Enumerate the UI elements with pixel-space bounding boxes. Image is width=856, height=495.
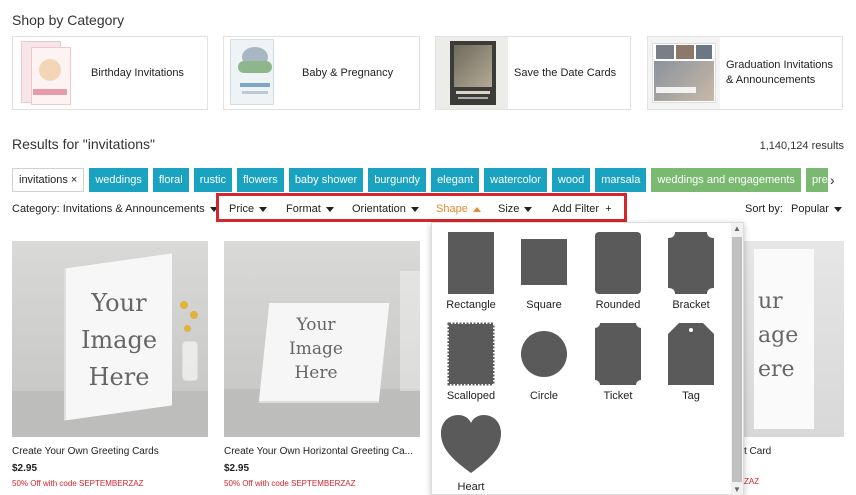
shape-label: Bracket <box>672 299 710 311</box>
category-label: Save the Date Cards <box>514 66 617 79</box>
heart-icon <box>441 415 501 473</box>
category-card-save-the-date[interactable]: Save the Date Cards <box>435 36 631 110</box>
shape-option-circle[interactable]: Circle <box>509 322 579 402</box>
circle-icon <box>521 331 567 377</box>
chip-rustic[interactable]: rustic <box>193 168 232 192</box>
shape-label: Rounded <box>595 299 641 311</box>
chip-pregnancy[interactable]: preg <box>805 168 828 192</box>
scrollbar-thumb[interactable] <box>732 237 742 482</box>
product-promo: 50% Off with code SEPTEMBERZAZ <box>224 479 356 488</box>
shape-option-tag[interactable]: Tag <box>656 322 726 402</box>
shape-option-rectangle[interactable]: Rectangle <box>436 231 506 311</box>
category-label: Graduation Invitations & Announcements <box>726 59 834 86</box>
shape-label: Heart <box>457 481 485 493</box>
close-icon[interactable]: × <box>71 174 77 186</box>
chip-burgundy[interactable]: burgundy <box>368 168 427 192</box>
dropdown-scrollbar[interactable]: ▲ ▼ <box>731 223 743 495</box>
category-label: Baby & Pregnancy <box>302 66 394 79</box>
tag-chips: invitations × weddings floral rustic flow… <box>12 168 828 192</box>
chip-wood[interactable]: wood <box>551 168 591 192</box>
chip-weddings-and-engagements[interactable]: weddings and engagements <box>651 168 801 192</box>
sort-by-label: Sort by: <box>745 203 783 215</box>
shape-option-bracket[interactable]: Bracket <box>656 231 726 311</box>
product-promo: ZAZ <box>744 477 760 486</box>
shape-label: Square <box>526 299 562 311</box>
chip-watercolor[interactable]: watercolor <box>484 168 547 192</box>
chip-marsala[interactable]: marsala <box>595 168 647 192</box>
placeholder-text: Your Image Here <box>289 315 343 383</box>
save-the-date-thumbnail <box>436 37 508 109</box>
active-chip-label: invitations <box>19 174 68 186</box>
shape-label: Rectangle <box>446 299 496 311</box>
category-filter-label: Category: Invitations & Announcements <box>12 203 205 215</box>
sort-value: Popular <box>791 203 829 215</box>
shape-label: Circle <box>529 390 559 402</box>
shape-label: Scalloped <box>446 390 496 402</box>
results-count: 1,140,124 results <box>759 140 844 152</box>
product-name[interactable]: Create Your Own Horizontal Greeting Ca..… <box>224 446 420 457</box>
active-search-chip[interactable]: invitations × <box>12 168 85 192</box>
shape-label: Ticket <box>603 390 633 402</box>
shape-option-square[interactable]: Square <box>509 231 579 311</box>
scroll-up-icon[interactable]: ▲ <box>731 223 743 235</box>
baby-thumbnail <box>224 37 296 109</box>
product-name[interactable]: Create Your Own Greeting Cards <box>12 446 208 457</box>
product-image[interactable]: Your Image Here <box>224 241 420 437</box>
shape-option-scalloped[interactable]: Scalloped <box>436 322 506 402</box>
product-card[interactable]: ur age ere t Card ZAZ <box>744 241 844 486</box>
chip-baby-shower[interactable]: baby shower <box>288 168 364 192</box>
product-name[interactable]: t Card <box>744 446 844 457</box>
filter-highlight-box <box>216 193 627 222</box>
birthday-thumbnail <box>13 37 85 109</box>
placeholder-text: Your Image Here <box>80 289 158 391</box>
product-price: $2.95 <box>224 463 250 474</box>
chip-weddings[interactable]: weddings <box>89 168 148 192</box>
rounded-icon <box>595 232 641 294</box>
scalloped-icon <box>447 322 495 386</box>
category-filter[interactable]: Category: Invitations & Announcements <box>12 203 218 217</box>
category-card-graduation[interactable]: Graduation Invitations & Announcements <box>647 36 843 110</box>
shape-option-ticket[interactable]: Ticket <box>583 322 653 402</box>
results-title: Results for "invitations" <box>12 136 155 152</box>
graduation-thumbnail <box>648 37 720 109</box>
category-card-baby[interactable]: Baby & Pregnancy <box>223 36 420 110</box>
category-card-birthday[interactable]: Birthday Invitations <box>12 36 208 110</box>
product-promo: 50% Off with code SEPTEMBERZAZ <box>12 479 144 488</box>
tag-icon <box>668 323 714 385</box>
product-card[interactable]: Your Image Here Create Your Own Greeting… <box>12 241 208 488</box>
bracket-icon <box>668 232 714 294</box>
shape-option-rounded[interactable]: Rounded <box>583 231 653 311</box>
shop-by-category-title: Shop by Category <box>12 12 125 28</box>
chip-elegant[interactable]: elegant <box>431 168 480 192</box>
square-icon <box>521 239 567 285</box>
shape-dropdown-panel: Rectangle Square Rounded Bracket Scallop… <box>431 222 744 495</box>
rectangle-icon <box>448 232 494 294</box>
category-label: Birthday Invitations <box>91 66 184 79</box>
shape-option-heart[interactable]: Heart <box>436 413 506 493</box>
caret-down-icon <box>833 206 842 212</box>
chevron-right-icon[interactable]: › <box>830 172 835 188</box>
ticket-icon <box>595 323 641 385</box>
scroll-down-icon[interactable]: ▼ <box>731 484 743 495</box>
product-image[interactable]: Your Image Here <box>12 241 208 437</box>
sort-by-dropdown[interactable]: Popular <box>791 203 842 215</box>
product-image[interactable]: ur age ere <box>744 241 844 437</box>
chip-floral[interactable]: floral <box>152 168 189 192</box>
shape-label: Tag <box>682 390 700 402</box>
product-card[interactable]: Your Image Here Create Your Own Horizont… <box>224 241 420 488</box>
product-price: $2.95 <box>12 463 38 474</box>
placeholder-text: ur age ere <box>758 289 799 382</box>
chip-flowers[interactable]: flowers <box>236 168 284 192</box>
